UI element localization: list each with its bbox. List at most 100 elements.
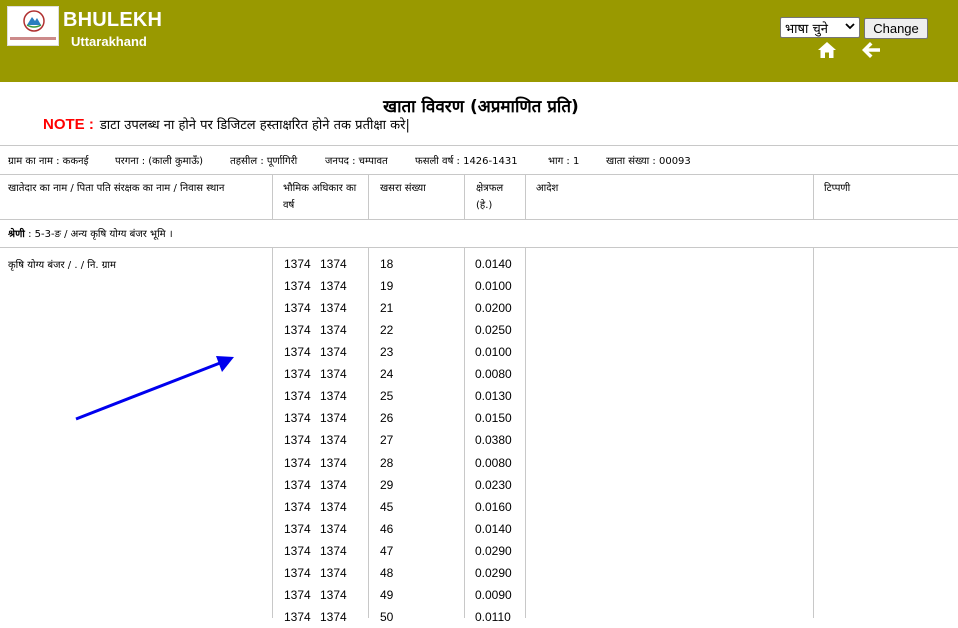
- land-right-year: 1374: [320, 609, 347, 624]
- land-right-year: 1374: [320, 433, 347, 448]
- land-right-year: 1374: [284, 455, 311, 470]
- khasra-number: 27: [380, 433, 394, 448]
- district: जनपद : चम्पावत: [325, 156, 388, 167]
- note-label: NOTE :: [43, 116, 94, 133]
- khasra-number: 21: [380, 301, 394, 316]
- table-row: 1374 1374 46 0.0140: [0, 518, 958, 540]
- area-hectare: 0.0080: [475, 367, 512, 382]
- land-right-year: 1374: [320, 389, 347, 404]
- land-right-year: 1374: [284, 411, 311, 426]
- logo-caption: [10, 37, 56, 40]
- table-row: 1374 1374 18 0.0140: [0, 253, 958, 275]
- area-hectare: 0.0380: [475, 433, 512, 448]
- khasra-number: 48: [380, 565, 394, 580]
- area-hectare: 0.0150: [475, 411, 512, 426]
- uttarakhand-logo: [7, 6, 59, 46]
- header-khasra: खसरा संख्या: [380, 183, 426, 194]
- khasra-number: 49: [380, 587, 394, 602]
- khasra-number: 22: [380, 323, 394, 338]
- area-hectare: 0.0090: [475, 587, 512, 602]
- back-arrow-icon[interactable]: [861, 41, 881, 59]
- area-hectare: 0.0250: [475, 323, 512, 338]
- area-hectare: 0.0200: [475, 301, 512, 316]
- khasra-number: 24: [380, 367, 394, 382]
- header-order: आदेश: [536, 183, 559, 194]
- khasra-number: 18: [380, 257, 394, 271]
- land-right-year: 1374: [320, 323, 347, 338]
- area-hectare: 0.0160: [475, 499, 512, 514]
- header-area-line2: (हे.): [476, 200, 493, 211]
- khata-info-row: ग्राम का नाम : ककनई परगना : (काली कुमाऊँ…: [0, 152, 958, 168]
- emblem-icon: [23, 10, 45, 32]
- home-icon[interactable]: [817, 41, 837, 59]
- khata-number: खाता संख्या : 00093: [606, 156, 691, 167]
- land-right-year: 1374: [320, 257, 347, 271]
- header-land-right-year: भौमिक अधिकार का वर्ष: [283, 180, 356, 214]
- table-row: 1374 1374 27 0.0380: [0, 429, 958, 451]
- area-hectare: 0.0140: [475, 521, 512, 536]
- area-hectare: 0.0080: [475, 455, 512, 470]
- area-hectare: 0.0130: [475, 389, 512, 404]
- app-header: BHULEKH Uttarakhand भाषा चुने Change: [0, 0, 958, 82]
- header-owner: खातेदार का नाम / पिता पति संरक्षक का नाम…: [8, 183, 225, 194]
- category-text: : 5-3-ङ / अन्य कृषि योग्य बंजर भूमि ।: [24, 229, 173, 240]
- land-right-year: 1374: [284, 345, 311, 360]
- land-right-year: 1374: [320, 301, 347, 316]
- language-select[interactable]: भाषा चुने: [780, 17, 860, 38]
- app-title: BHULEKH: [63, 9, 163, 31]
- header-area: क्षेत्रफल (हे.): [476, 180, 503, 214]
- table-row: 1374 1374 28 0.0080: [0, 452, 958, 474]
- land-right-year: 1374: [320, 499, 347, 514]
- land-right-year: 1374: [320, 345, 347, 360]
- app-subtitle: Uttarakhand: [71, 34, 147, 49]
- language-select-value: भाषा चुने: [785, 22, 828, 37]
- land-right-year: 1374: [284, 323, 311, 338]
- land-right-year: 1374: [320, 521, 347, 536]
- land-right-year: 1374: [320, 587, 347, 602]
- column-divider: [813, 175, 814, 219]
- land-right-year: 1374: [284, 565, 311, 580]
- area-hectare: 0.0100: [475, 345, 512, 360]
- land-right-year: 1374: [320, 477, 347, 492]
- area-hectare: 0.0290: [475, 565, 512, 580]
- land-right-year: 1374: [320, 565, 347, 580]
- part-number: भाग : 1: [548, 156, 580, 167]
- pargana: परगना : (काली कुमाऊँ): [115, 156, 203, 167]
- land-right-year: 1374: [284, 389, 311, 404]
- header-remark: टिप्पणी: [824, 183, 851, 194]
- khasra-number: 45: [380, 499, 394, 514]
- table-row: 1374 1374 45 0.0160: [0, 496, 958, 518]
- chevron-down-icon: [845, 23, 855, 30]
- area-hectare: 0.0110: [475, 609, 511, 624]
- land-right-year: 1374: [284, 279, 311, 294]
- tehsil: तहसील : पूर्णागिरी: [230, 156, 298, 167]
- land-category: श्रेणी : 5-3-ङ / अन्य कृषि योग्य बंजर भू…: [8, 226, 173, 240]
- column-divider: [272, 175, 273, 219]
- land-right-year: 1374: [284, 609, 311, 624]
- header-area-line1: क्षेत्रफल: [476, 183, 504, 194]
- land-right-year: 1374: [284, 477, 311, 492]
- khasra-number: 26: [380, 411, 394, 426]
- khasra-number: 47: [380, 543, 394, 558]
- table-row: 1374 1374 22 0.0250: [0, 319, 958, 341]
- khasra-number: 23: [380, 345, 394, 360]
- table-row: 1374 1374 49 0.0090: [0, 584, 958, 606]
- table-row: 1374 1374 48 0.0290: [0, 562, 958, 584]
- divider: [0, 145, 958, 146]
- table-row: 1374 1374 50 0.0110: [0, 606, 958, 628]
- land-right-year: 1374: [284, 587, 311, 602]
- table-row: 1374 1374 21 0.0200: [0, 297, 958, 319]
- village-name: ग्राम का नाम : ककनई: [8, 156, 89, 167]
- header-land-right-line1: भौमिक अधिकार का: [283, 183, 357, 194]
- note-text: डाटा उपलब्ध ना होने पर डिजिटल हस्ताक्षरि…: [99, 118, 410, 133]
- khasra-number: 29: [380, 477, 394, 492]
- table-row: 1374 1374 29 0.0230: [0, 474, 958, 496]
- land-right-year: 1374: [284, 433, 311, 448]
- area-hectare: 0.0100: [475, 279, 512, 294]
- land-right-year: 1374: [320, 411, 347, 426]
- land-right-year: 1374: [284, 543, 311, 558]
- land-right-year: 1374: [284, 367, 311, 382]
- change-language-button[interactable]: Change: [864, 18, 928, 39]
- column-divider: [464, 175, 465, 219]
- land-right-year: 1374: [320, 367, 347, 382]
